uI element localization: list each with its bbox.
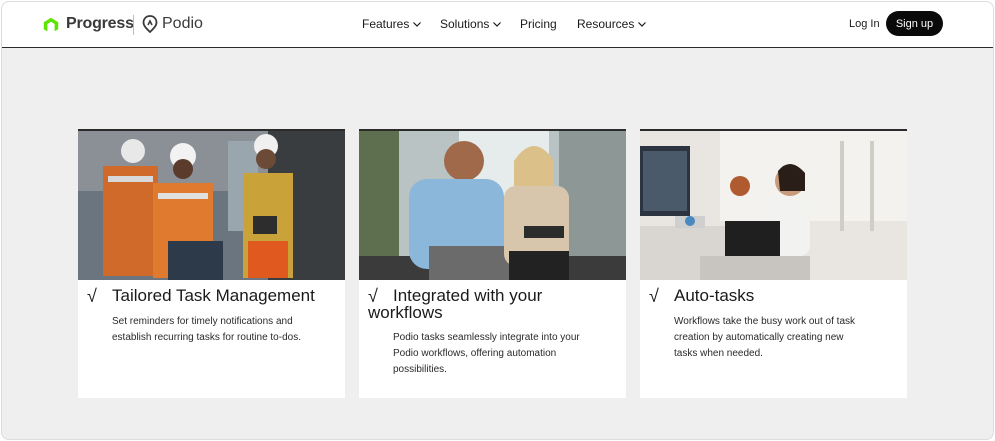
browser-frame: Progress Podio Features Solutions Pricin…	[1, 1, 994, 440]
card-description: Set reminders for timely notifications a…	[112, 316, 301, 343]
construction-workers-photo	[78, 129, 345, 280]
podio-logo-text: Podio	[162, 15, 203, 32]
video-call-office-photo	[640, 129, 907, 280]
card-description: Podio tasks seamlessly integrate into yo…	[393, 332, 580, 375]
nav-solutions-label: Solutions	[440, 17, 490, 31]
nav-features[interactable]: Features	[362, 17, 422, 31]
nav-features-label: Features	[362, 17, 410, 31]
chevron-down-icon	[413, 22, 422, 27]
chevron-down-icon	[493, 22, 502, 27]
feature-card-tailored-tasks: √ Tailored Task Management Set reminders…	[78, 129, 345, 398]
checkmark-icon: √	[87, 286, 97, 306]
feature-card-integrated-workflows: √ Integrated with your workflows Podio t…	[359, 129, 626, 398]
feature-card-auto-tasks: √ Auto-tasks Workflows take the busy wor…	[640, 129, 907, 398]
card-title: Auto-tasks	[674, 286, 755, 305]
top-navigation: Progress Podio Features Solutions Pricin…	[2, 2, 993, 48]
progress-logo[interactable]: Progress	[42, 14, 134, 34]
podio-logo[interactable]: Podio	[142, 14, 203, 34]
signup-button[interactable]: Sign up	[886, 11, 943, 36]
progress-logo-icon	[43, 17, 59, 32]
nav-solutions[interactable]: Solutions	[440, 17, 502, 31]
nav-pricing-label: Pricing	[520, 17, 557, 31]
chevron-down-icon	[638, 22, 647, 27]
card-title: Tailored Task Management	[112, 286, 315, 305]
card-title-line-2: workflows	[368, 303, 443, 322]
checkmark-icon: √	[649, 286, 659, 306]
card-description: Workflows take the busy work out of task…	[674, 316, 856, 359]
nav-resources[interactable]: Resources	[577, 17, 647, 31]
podio-logo-icon	[142, 15, 158, 33]
card-title: Integrated with your workflows	[368, 287, 603, 321]
login-link[interactable]: Log In	[849, 18, 880, 30]
nav-pricing[interactable]: Pricing	[520, 17, 557, 31]
logo-divider	[133, 15, 134, 35]
progress-logo-text: Progress	[66, 15, 134, 32]
nav-resources-label: Resources	[577, 17, 635, 31]
business-meeting-photo	[359, 129, 626, 280]
